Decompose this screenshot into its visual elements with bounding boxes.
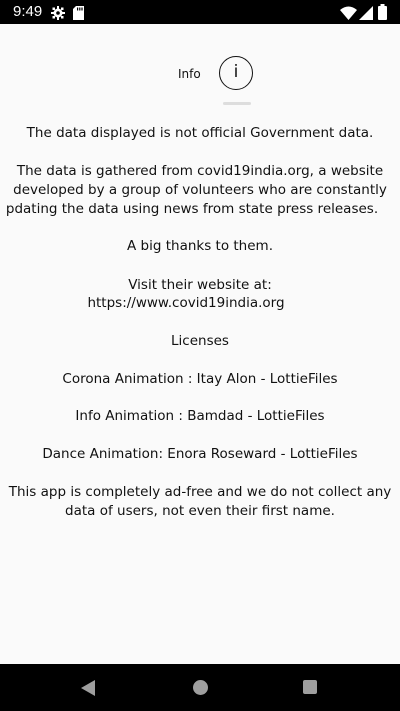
info-icon: i [219, 56, 253, 90]
privacy-text-line-2: data of users, not even their first name… [65, 503, 335, 519]
sd-card-icon [73, 5, 84, 24]
battery-icon [378, 4, 387, 24]
data-source-text-line-1: The data is gathered from covid19india.o… [16, 163, 384, 179]
license-corona-animation: Corona Animation : Itay Alon - LottieFil… [62, 371, 338, 387]
status-bar: 9:49 [0, 0, 400, 24]
license-info-animation: Info Animation : Bamdad - LottieFiles [75, 408, 325, 424]
info-title: Info [178, 67, 201, 81]
home-icon[interactable] [193, 680, 208, 695]
wifi-icon [340, 5, 357, 24]
data-source-text-line-2: developed by a group of volunteers who a… [13, 182, 387, 198]
licenses-heading: Licenses [171, 333, 229, 349]
website-link[interactable]: https://www.covid19india.org [0, 294, 386, 312]
thanks-text: A big thanks to them. [127, 238, 273, 254]
disclaimer-text: The data displayed is not official Gover… [26, 125, 374, 141]
status-time: 9:49 [13, 3, 43, 20]
recents-icon[interactable] [303, 680, 317, 694]
signal-icon [359, 5, 373, 24]
data-source-text-line-3: pdating the data using news from state p… [5, 201, 379, 217]
privacy-text-line-1: This app is completely ad-free and we do… [8, 484, 392, 500]
visit-label: Visit their website at: [128, 277, 272, 293]
license-dance-animation: Dance Animation: Enora Roseward - Lottie… [42, 446, 358, 462]
back-icon[interactable] [81, 680, 95, 696]
info-header: Info i [0, 56, 400, 106]
navigation-bar [0, 664, 400, 711]
info-animation-shadow [223, 102, 251, 105]
settings-icon [51, 5, 65, 24]
